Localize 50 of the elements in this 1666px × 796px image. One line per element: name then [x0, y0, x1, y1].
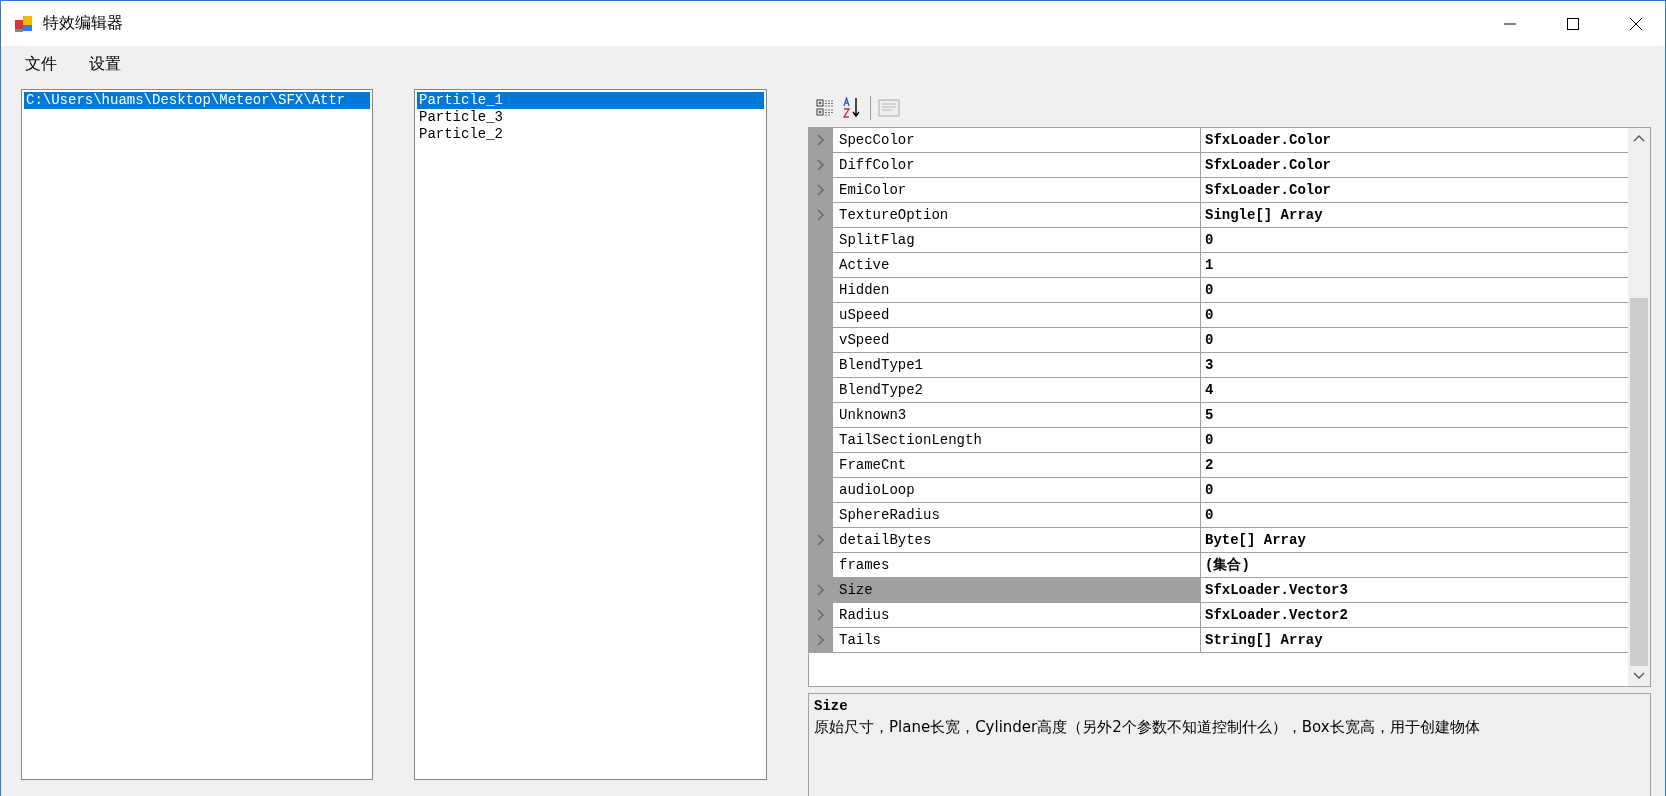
particle-list-item[interactable]: Particle_1 — [417, 92, 764, 109]
property-value[interactable]: 0 — [1201, 228, 1628, 252]
scrollbar-thumb[interactable] — [1630, 298, 1648, 666]
property-value[interactable]: SfxLoader.Color — [1201, 153, 1628, 177]
particle-list[interactable]: Particle_1 Particle_3 Particle_2 — [414, 89, 767, 780]
maximize-icon[interactable] — [1566, 16, 1580, 31]
scroll-down-icon[interactable] — [1633, 672, 1645, 680]
description-title: Size — [814, 698, 849, 714]
property-value[interactable]: Single[] Array — [1201, 203, 1628, 227]
close-icon[interactable] — [1629, 16, 1643, 31]
app-icon — [15, 14, 33, 33]
property-name[interactable]: Size — [833, 578, 1201, 602]
window-title: 特效编辑器 — [43, 13, 123, 34]
property-value[interactable]: SfxLoader.Color — [1201, 178, 1628, 202]
description-text: 原始尺寸，Plane长宽，Cylinder高度（另外2个参数不知道控制什么），Box长宽高，用于创建物体 — [814, 718, 1481, 737]
menu-item[interactable]: 文件 — [15, 51, 67, 77]
property-value[interactable]: 4 — [1201, 378, 1628, 402]
property-value[interactable]: 0 — [1201, 478, 1628, 502]
property-value[interactable]: 0 — [1201, 328, 1628, 352]
property-value[interactable]: 0 — [1201, 278, 1628, 302]
property-value[interactable]: Byte[] Array — [1201, 528, 1628, 552]
menu-item[interactable]: 设置 — [79, 51, 131, 77]
expand-chevron-icon[interactable] — [817, 634, 825, 646]
expand-chevron-icon[interactable] — [817, 209, 825, 221]
categorized-icon[interactable] — [816, 98, 836, 118]
property-value[interactable]: (集合) — [1201, 553, 1628, 577]
expand-chevron-icon[interactable] — [817, 584, 825, 596]
property-value[interactable]: 1 — [1201, 253, 1628, 277]
property-value[interactable]: SfxLoader.Color — [1201, 128, 1628, 152]
property-value[interactable]: 0 — [1201, 503, 1628, 527]
property-value[interactable]: 3 — [1201, 353, 1628, 377]
expand-chevron-icon[interactable] — [817, 184, 825, 196]
property-pages-icon[interactable] — [878, 98, 900, 118]
scroll-up-icon[interactable] — [1633, 134, 1645, 142]
vertical-scrollbar[interactable] — [1628, 128, 1650, 686]
expand-chevron-icon[interactable] — [817, 609, 825, 621]
particle-list-item[interactable]: Particle_3 — [417, 109, 764, 126]
property-value[interactable]: 0 — [1201, 303, 1628, 327]
property-value[interactable]: 0 — [1201, 428, 1628, 452]
property-value[interactable]: 5 — [1201, 403, 1628, 427]
expand-chevron-icon[interactable] — [817, 534, 825, 546]
property-value[interactable]: SfxLoader.Vector3 — [1201, 578, 1628, 602]
expand-chevron-icon[interactable] — [817, 134, 825, 146]
file-list[interactable]: C:\Users\huams\Desktop\Meteor\SFX\Attr — [21, 89, 373, 780]
expand-chevron-icon[interactable] — [817, 159, 825, 171]
particle-list-item[interactable]: Particle_2 — [417, 126, 764, 143]
file-list-item[interactable]: C:\Users\huams\Desktop\Meteor\SFX\Attr — [24, 92, 370, 109]
property-value[interactable]: SfxLoader.Vector2 — [1201, 603, 1628, 627]
property-value[interactable]: 2 — [1201, 453, 1628, 477]
property-value[interactable]: String[] Array — [1201, 628, 1628, 652]
